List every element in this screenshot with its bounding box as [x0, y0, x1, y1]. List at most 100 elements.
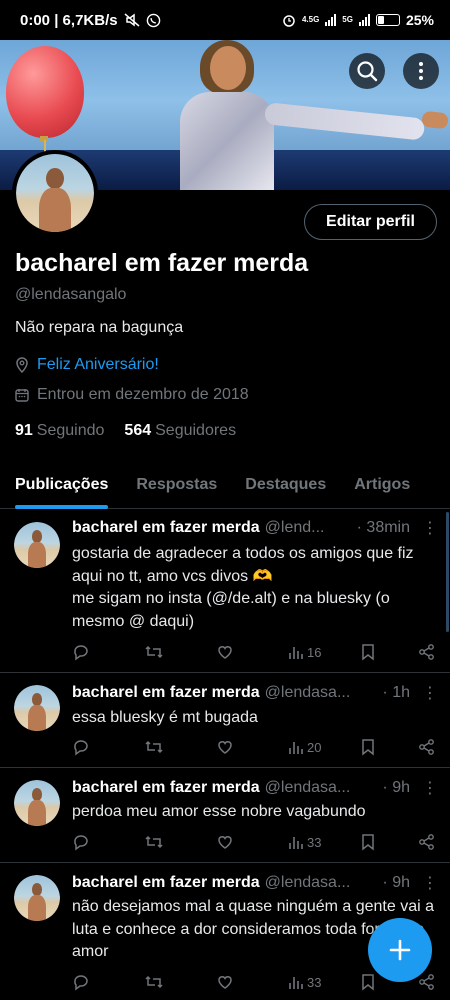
share-button[interactable]: [418, 833, 436, 851]
tweet[interactable]: bacharel em fazer merda @lend... · 38min…: [0, 510, 450, 673]
reply-icon: [72, 643, 90, 661]
like-icon: [216, 738, 234, 756]
whatsapp-icon: [146, 13, 160, 27]
share-icon: [418, 643, 436, 661]
tweet-time: · 9h: [382, 779, 410, 796]
tab-posts[interactable]: Publicações: [0, 462, 122, 509]
signal-icon: [325, 14, 337, 26]
status-time: 0:00 | 6,7KB/s: [20, 11, 118, 29]
location-pin-icon: [16, 357, 28, 373]
tweet-author-name[interactable]: bacharel em fazer merda: [72, 874, 260, 892]
tweet-more-icon[interactable]: ⋮: [422, 778, 438, 798]
reply-icon: [72, 973, 90, 991]
views-icon: [288, 974, 304, 990]
tweet-author-name[interactable]: bacharel em fazer merda: [72, 519, 260, 537]
battery-percent: 25%: [405, 12, 434, 28]
share-icon: [418, 833, 436, 851]
compose-button[interactable]: [368, 918, 432, 982]
retweet-icon: [144, 833, 164, 851]
reply-button[interactable]: [72, 738, 112, 756]
tweet-actions-right: [360, 738, 436, 756]
tweet-actions: 16: [72, 643, 436, 661]
tweet-more-icon[interactable]: ⋮: [422, 683, 438, 703]
tweet-more-icon[interactable]: ⋮: [422, 518, 438, 538]
status-bar: 0:00 | 6,7KB/s 4.5G 5G 25%: [0, 0, 450, 40]
profile-avatar[interactable]: [12, 150, 98, 236]
edit-profile-button[interactable]: Editar perfil: [304, 204, 437, 240]
tab-replies[interactable]: Respostas: [122, 462, 231, 508]
share-icon: [418, 738, 436, 756]
share-button[interactable]: [418, 738, 436, 756]
tweet-author-handle: @lendasa...: [264, 779, 351, 796]
like-button[interactable]: [216, 973, 256, 991]
reply-icon: [72, 738, 90, 756]
tweet-avatar[interactable]: [14, 522, 60, 568]
tweet-author-handle: @lend...: [264, 519, 325, 536]
reply-button[interactable]: [72, 833, 112, 851]
tweet-avatar[interactable]: [14, 780, 60, 826]
tweet-author-handle: @lendasa...: [264, 874, 351, 891]
tweet-text: perdoa meu amor esse nobre vagabundo: [72, 803, 366, 820]
tweet-author-name[interactable]: bacharel em fazer merda: [72, 684, 260, 702]
alarm-icon: [283, 15, 295, 27]
tweet-avatar[interactable]: [14, 875, 60, 921]
tweet-avatar[interactable]: [14, 685, 60, 731]
retweet-icon: [144, 973, 164, 991]
tweet[interactable]: bacharel em fazer merda @lendasa... · 1h…: [0, 673, 450, 768]
profile-tabs: Publicações Respostas Destaques Artigos: [0, 462, 450, 509]
followers-link[interactable]: 564 Seguidores: [124, 422, 236, 440]
views-count: 20: [307, 739, 322, 755]
profile-joined: Entrou em dezembro de 2018: [15, 386, 249, 404]
plus-icon: [389, 939, 411, 961]
tweet-more-icon[interactable]: ⋮: [422, 873, 438, 893]
search-button[interactable]: [349, 53, 385, 89]
retweet-button[interactable]: [144, 973, 184, 991]
reply-icon: [72, 833, 90, 851]
tweet-author-name[interactable]: bacharel em fazer merda: [72, 779, 260, 797]
share-icon: [418, 973, 436, 991]
views-button[interactable]: 16: [288, 644, 328, 660]
views-icon: [288, 739, 304, 755]
retweet-button[interactable]: [144, 643, 184, 661]
location-link[interactable]: Feliz Aniversário!: [37, 356, 159, 374]
views-button[interactable]: 20: [288, 739, 328, 755]
views-count: 33: [307, 834, 322, 850]
profile-name: bacharel em fazer merda: [15, 249, 309, 277]
share-button[interactable]: [418, 973, 436, 991]
retweet-icon: [144, 738, 164, 756]
share-button[interactable]: [418, 643, 436, 661]
more-options-button[interactable]: [403, 53, 439, 89]
tab-articles[interactable]: Artigos: [340, 462, 424, 508]
tweet-header: bacharel em fazer merda @lendasa... · 9h…: [72, 778, 438, 798]
views-button[interactable]: 33: [288, 974, 328, 990]
signal-icon-2: [358, 14, 370, 26]
like-icon: [216, 973, 234, 991]
tweet[interactable]: bacharel em fazer merda @lendasa... · 9h…: [0, 768, 450, 863]
following-link[interactable]: 91 Seguindo: [15, 422, 104, 440]
views-count: 33: [307, 974, 322, 990]
reply-button[interactable]: [72, 643, 112, 661]
profile-handle: @lendasangalo: [15, 286, 127, 303]
views-icon: [288, 834, 304, 850]
joined-text: Entrou em dezembro de 2018: [37, 386, 249, 403]
network-label-2: 5G: [342, 15, 353, 24]
tweet-time: · 38min: [356, 519, 410, 536]
bookmark-button[interactable]: [360, 643, 400, 661]
bookmark-icon: [360, 738, 376, 756]
banner-singer: [170, 40, 449, 190]
follow-stats: 91 Seguindo 564 Seguidores: [15, 422, 236, 440]
reply-button[interactable]: [72, 973, 112, 991]
like-button[interactable]: [216, 738, 256, 756]
tweet-header: bacharel em fazer merda @lendasa... · 1h…: [72, 683, 438, 703]
like-button[interactable]: [216, 833, 256, 851]
like-button[interactable]: [216, 643, 256, 661]
balloon-icon: [6, 46, 84, 138]
bookmark-button[interactable]: [360, 833, 400, 851]
retweet-button[interactable]: [144, 738, 184, 756]
views-button[interactable]: 33: [288, 834, 328, 850]
bookmark-button[interactable]: [360, 738, 400, 756]
retweet-button[interactable]: [144, 833, 184, 851]
battery-icon: [375, 14, 400, 26]
tab-highlights[interactable]: Destaques: [231, 462, 340, 508]
active-tab-indicator: [15, 505, 109, 509]
